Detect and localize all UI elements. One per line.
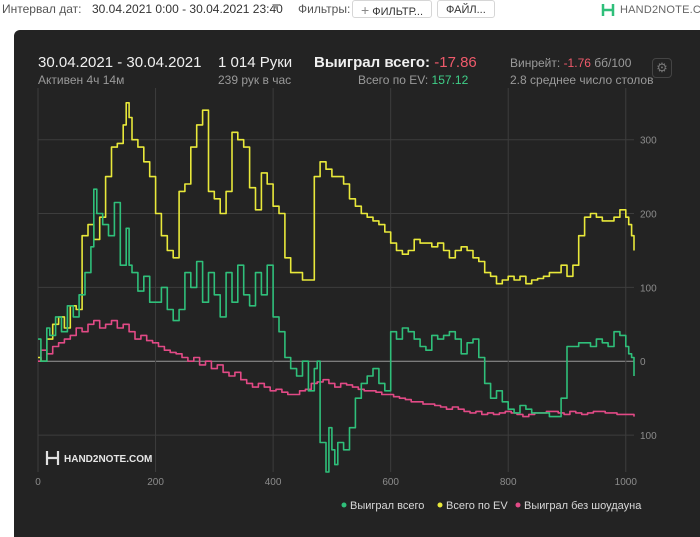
y-tick-label: 100 (640, 283, 657, 294)
series-line-Выиграл всего (38, 188, 635, 473)
x-tick-label: 400 (265, 477, 282, 488)
watermark-icon (45, 451, 60, 465)
legend-label[interactable]: Выиграл всего (350, 500, 424, 512)
series-line-Всего по EV (38, 102, 635, 362)
x-tick-label: 200 (147, 477, 164, 488)
x-tick-label: 0 (35, 477, 41, 488)
x-tick-label: 600 (382, 477, 399, 488)
chart-svg: 3002001000100 0 200 400 600 800 1000 Выиграл … (35, 88, 657, 512)
y-tick-label: 300 (640, 136, 657, 147)
legend-label[interactable]: Всего по EV (446, 500, 508, 512)
y-tick-label: 0 (640, 357, 646, 368)
watermark: HAND2NOTE.COM (45, 451, 152, 465)
legend-label[interactable]: Выиграл без шоудауна (524, 500, 642, 512)
legend-marker (341, 502, 347, 508)
series-line-Выиграл без шоудауна (38, 319, 635, 418)
legend-marker (437, 502, 443, 508)
y-tick-label: 200 (640, 210, 657, 221)
x-tick-label: 800 (500, 477, 517, 488)
watermark-text: HAND2NOTE.COM (64, 454, 152, 465)
y-tick-label: 100 (640, 431, 657, 442)
legend-marker (515, 502, 521, 508)
x-tick-label: 1000 (615, 477, 638, 488)
